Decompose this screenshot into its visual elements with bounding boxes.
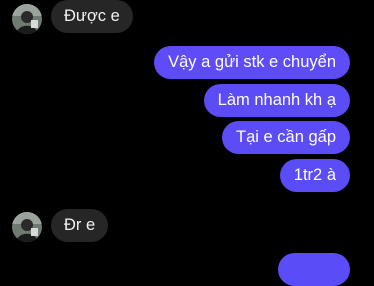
outgoing-message[interactable]: Tại e cần gấp	[222, 121, 350, 154]
outgoing-message[interactable]: Vậy a gửi stk e chuyển	[154, 46, 350, 79]
outgoing-message[interactable]: 1tr2 à	[279, 159, 350, 192]
outgoing-message[interactable]	[278, 253, 350, 286]
message-thread: Được e Vậy a gửi stk e chuyển Làm nhanh …	[0, 0, 374, 286]
contact-avatar[interactable]	[12, 212, 42, 242]
incoming-message[interactable]: Đr e	[51, 209, 109, 242]
contact-avatar[interactable]	[12, 4, 42, 34]
outgoing-message[interactable]: Làm nhanh kh ạ	[203, 84, 350, 117]
incoming-message[interactable]: Được e	[51, 0, 133, 33]
